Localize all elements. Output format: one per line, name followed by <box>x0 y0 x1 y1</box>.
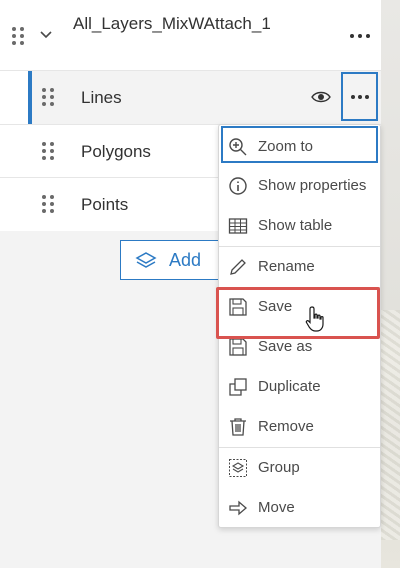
drag-handle-icon[interactable] <box>42 195 56 215</box>
move-arrow-icon <box>229 500 247 516</box>
layer-row-lines[interactable]: Lines <box>0 70 381 125</box>
drag-handle-icon[interactable] <box>42 88 56 108</box>
chevron-down-icon[interactable] <box>40 31 52 39</box>
group-layer-title: All_Layers_MixWAttach_1 <box>73 14 271 33</box>
group-options-button[interactable] <box>350 34 374 38</box>
menu-item-label: Show properties <box>258 177 367 194</box>
save-highlight-box <box>216 287 380 339</box>
menu-item-label: Show table <box>258 217 333 234</box>
menu-item-label: Rename <box>258 258 315 275</box>
table-icon <box>228 218 248 234</box>
trash-icon <box>230 418 246 436</box>
pencil-icon <box>230 259 246 275</box>
drag-handle-icon[interactable] <box>12 27 26 47</box>
menu-item-label: Save as <box>258 338 313 355</box>
add-layer-button[interactable]: Add <box>120 240 230 280</box>
info-icon <box>229 177 247 195</box>
layer-label: Lines <box>81 88 122 107</box>
eye-icon[interactable] <box>311 90 331 104</box>
hand-cursor-icon <box>305 306 324 332</box>
menu-item-label: Group <box>258 459 300 476</box>
menu-focus-ring <box>221 126 378 163</box>
menu-item-rename[interactable]: Rename <box>219 247 380 287</box>
map-view-edge <box>381 0 400 568</box>
group-layer-row[interactable]: All_Layers_MixWAttach_1 <box>0 0 381 70</box>
duplicate-icon <box>229 378 247 396</box>
menu-item-label: Move <box>258 499 295 516</box>
map-terrain <box>381 310 400 540</box>
menu-item-move[interactable]: Move <box>219 488 380 528</box>
layer-label: Points <box>81 195 129 214</box>
menu-item-remove[interactable]: Remove <box>219 407 380 447</box>
layer-options-button[interactable] <box>341 72 378 121</box>
menu-item-duplicate[interactable]: Duplicate <box>219 367 380 407</box>
layer-label: Polygons <box>81 142 151 161</box>
save-as-icon <box>229 338 247 356</box>
drag-handle-icon[interactable] <box>42 142 56 162</box>
group-icon <box>229 459 247 477</box>
menu-item-show-properties[interactable]: Show properties <box>219 166 380 206</box>
menu-item-label: Duplicate <box>258 378 321 395</box>
menu-item-show-table[interactable]: Show table <box>219 206 380 246</box>
layers-icon <box>135 252 157 268</box>
menu-item-label: Remove <box>258 418 314 435</box>
add-button-label: Add <box>169 250 202 270</box>
menu-item-group[interactable]: Group <box>219 448 380 488</box>
